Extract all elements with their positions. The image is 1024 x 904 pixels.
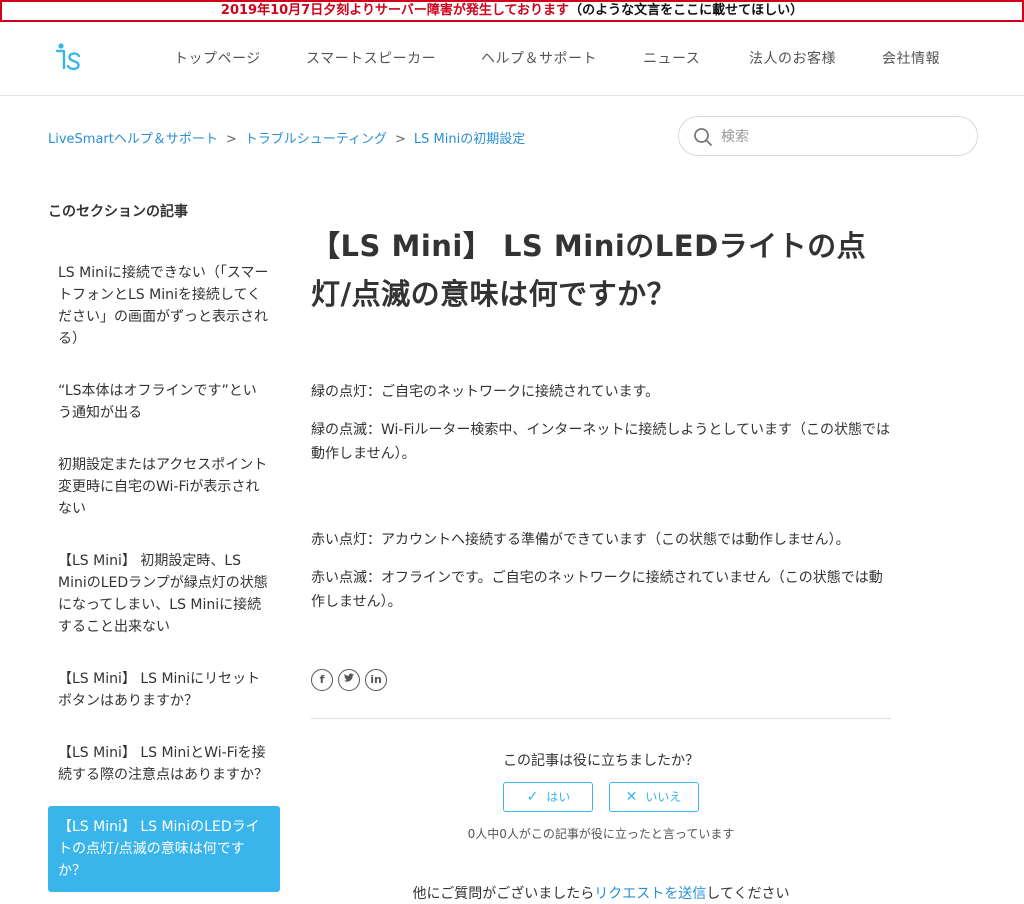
sidebar-article-link[interactable]: 初期設定またはアクセスポイント変更時に自宅のWi-Fiが表示されない bbox=[48, 444, 280, 530]
sidebar-article-link-active[interactable]: 【LS Mini】 LS MiniのLEDライトの点灯/点滅の意味は何ですか？ bbox=[48, 806, 280, 892]
article-body: 【LS Mini】 LS MiniのLEDライトの点灯/点滅の意味は何ですか？ … bbox=[311, 222, 891, 628]
nav-smart-speaker[interactable]: スマートスピーカー bbox=[306, 48, 436, 68]
nav-help-support[interactable]: ヘルプ＆サポート bbox=[481, 48, 597, 68]
request-suffix: してください bbox=[706, 886, 790, 902]
submit-request-link[interactable]: リクエストを送信 bbox=[594, 886, 706, 902]
article-paragraph: 緑の点滅：Wi-Fiルーター検索中、インターネットに接続しようとしています（この… bbox=[311, 422, 890, 462]
close-icon: ✕ bbox=[625, 789, 638, 805]
nav-company[interactable]: 会社情報 bbox=[882, 48, 940, 68]
breadcrumb-troubleshooting[interactable]: トラブルシューティング bbox=[245, 132, 387, 147]
article-paragraph: 赤い点灯：アカウントへ接続する準備ができています（この状態では動作しません）。 bbox=[311, 532, 850, 548]
article-title: 【LS Mini】 LS MiniのLEDライトの点灯/点滅の意味は何ですか？ bbox=[311, 229, 867, 311]
site-header: トップページ スマートスピーカー ヘルプ＆サポート ニュース 法人のお客様 会社… bbox=[0, 22, 1024, 96]
breadcrumb-section[interactable]: LS Miniの初期設定 bbox=[414, 132, 525, 147]
alert-note: （のような文言をここに載せてほしい） bbox=[569, 3, 804, 18]
sidebar-article-link[interactable]: LS Miniに接続できない（「スマートフォンとLS Miniを接続してください… bbox=[48, 252, 280, 360]
request-prompt: 他にご質問がございましたらリクエストを送信してください bbox=[311, 884, 891, 904]
main-nav: トップページ スマートスピーカー ヘルプ＆サポート ニュース 法人のお客様 会社… bbox=[0, 48, 1024, 70]
facebook-icon[interactable]: f bbox=[311, 669, 333, 691]
breadcrumb-separator: > bbox=[395, 132, 406, 147]
search-icon bbox=[694, 128, 712, 146]
search-box[interactable] bbox=[678, 116, 978, 156]
vote-no-label: いいえ bbox=[645, 790, 682, 804]
breadcrumb-home[interactable]: LiveSmartヘルプ＆サポート bbox=[48, 132, 218, 147]
share-buttons: f in bbox=[311, 668, 392, 694]
linkedin-icon[interactable]: in bbox=[365, 669, 387, 691]
vote-yes-label: はい bbox=[546, 790, 571, 804]
sidebar-article-link[interactable]: 【LS Mini】 LS Miniにリセットボタンはありますか？ bbox=[48, 658, 280, 722]
vote-yes-button[interactable]: ✓ はい bbox=[503, 782, 594, 812]
check-icon: ✓ bbox=[526, 789, 539, 805]
article-paragraph: 赤い点滅：オフラインです。ご自宅のネットワークに接続されていません（この状態では… bbox=[311, 570, 883, 610]
sidebar-title: このセクションの記事 bbox=[48, 204, 188, 220]
search-input[interactable] bbox=[719, 126, 963, 148]
nav-top-page[interactable]: トップページ bbox=[174, 48, 261, 68]
sidebar-article-link[interactable]: 【LS Mini】 初期設定時、LS MiniのLEDランプが緑点灯の状態になっ… bbox=[48, 540, 280, 648]
vote-question: この記事は役に立ちましたか？ bbox=[503, 753, 699, 769]
article-paragraph: 緑の点灯：ご自宅のネットワークに接続されています。 bbox=[311, 384, 660, 400]
sidebar-article-link[interactable]: “LS本体はオフラインです”という通知が出る bbox=[48, 370, 280, 434]
alert-banner: 2019年10月7日夕刻よりサーバー障害が発生しております（のような文言をここに… bbox=[0, 0, 1024, 22]
sidebar-article-link[interactable]: 【LS Mini】 LS MiniとWi-Fiを接続する際の注意点はありますか？ bbox=[48, 732, 280, 796]
request-prefix: 他にご質問がございましたら bbox=[412, 886, 595, 902]
divider bbox=[311, 718, 891, 719]
vote-count: 0人中0人がこの記事が役に立ったと言っています bbox=[467, 827, 735, 841]
twitter-icon[interactable] bbox=[338, 669, 360, 691]
nav-business[interactable]: 法人のお客様 bbox=[749, 48, 836, 68]
vote-no-button[interactable]: ✕ いいえ bbox=[608, 782, 699, 812]
section-sidebar: このセクションの記事 LS Miniに接続できない（「スマートフォンとLS Mi… bbox=[48, 202, 280, 902]
breadcrumb: LiveSmartヘルプ＆サポート > トラブルシューティング > LS Miniの初期… bbox=[48, 128, 525, 147]
alert-message: 2019年10月7日夕刻よりサーバー障害が発生しております bbox=[220, 3, 570, 18]
article-vote: この記事は役に立ちましたか？ ✓ はい ✕ いいえ 0人中0人がこの記事が役に立った… bbox=[311, 750, 891, 842]
breadcrumb-separator: > bbox=[225, 132, 237, 147]
vote-buttons: ✓ はい ✕ いいえ bbox=[311, 782, 891, 812]
nav-news[interactable]: ニュース bbox=[643, 48, 700, 68]
